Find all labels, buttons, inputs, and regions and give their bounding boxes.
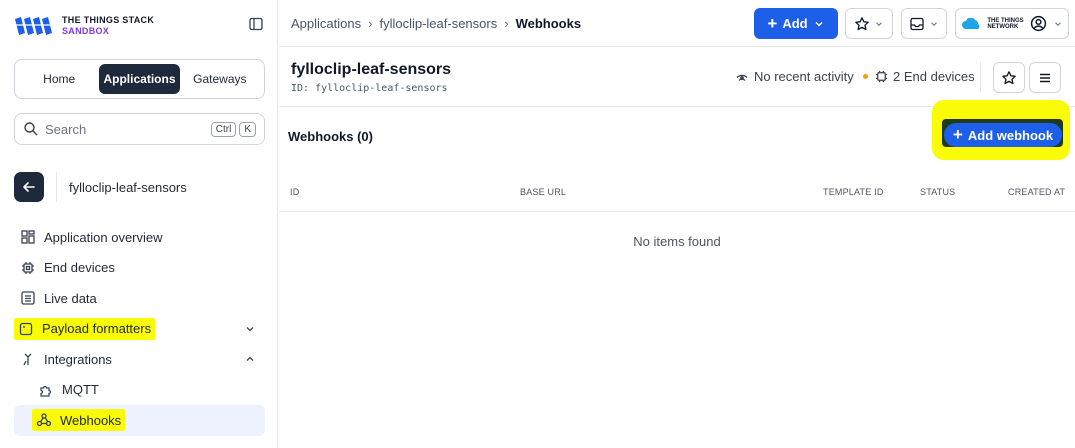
sidebar-item-application-overview[interactable]: Application overview bbox=[14, 222, 265, 253]
back-button[interactable] bbox=[14, 172, 44, 202]
shortcut-key-ctrl: Ctrl bbox=[210, 121, 237, 137]
chip-icon bbox=[875, 70, 888, 83]
search-icon bbox=[24, 122, 38, 136]
bookmarks-button[interactable] bbox=[845, 8, 893, 39]
sidebar: THE THINGS STACK SANDBOX Home Applicatio… bbox=[0, 0, 278, 448]
sidebar-item-webhooks[interactable]: Webhooks bbox=[14, 405, 265, 436]
brand-edition: SANDBOX bbox=[62, 26, 110, 36]
user-avatar-icon bbox=[1030, 15, 1046, 32]
chevron-down-icon bbox=[815, 21, 823, 27]
column-created-at[interactable]: CREATED AT bbox=[1008, 187, 1065, 197]
hamburger-icon bbox=[1040, 73, 1050, 82]
chevron-down-icon bbox=[931, 21, 937, 26]
chevron-up-icon[interactable] bbox=[243, 352, 257, 366]
add-button[interactable]: + Add bbox=[754, 8, 838, 39]
user-menu-button[interactable]: THE THINGS NETWORK bbox=[955, 8, 1069, 39]
chevron-right-icon: › bbox=[368, 15, 373, 31]
sidebar-nav: Application overview End devices Live da… bbox=[14, 222, 265, 436]
empty-state: No items found bbox=[633, 234, 721, 249]
device-count-text: 2 End devices bbox=[893, 69, 975, 84]
sidebar-item-label: MQTT bbox=[62, 382, 99, 398]
breadcrumb-application[interactable]: fylloclip-leaf-sensors bbox=[379, 16, 497, 31]
switch-applications[interactable]: Applications bbox=[99, 64, 180, 94]
inbox-icon bbox=[910, 17, 924, 30]
column-base-url[interactable]: BASE URL bbox=[520, 187, 566, 197]
device-count[interactable]: 2 End devices bbox=[875, 69, 975, 84]
signal-icon bbox=[736, 74, 748, 81]
application-id: ID: fylloclip-leaf-sensors bbox=[291, 83, 448, 94]
chip-icon bbox=[20, 260, 36, 276]
application-header: fylloclip-leaf-sensors ID: fylloclip-lea… bbox=[279, 47, 1075, 107]
page-title: fylloclip-leaf-sensors bbox=[291, 61, 452, 78]
sidebar-item-mqtt[interactable]: MQTT bbox=[14, 375, 265, 406]
sidebar-item-label: End devices bbox=[44, 260, 115, 276]
code-bracket-icon bbox=[18, 321, 34, 337]
breadcrumb: Applications › fylloclip-leaf-sensors › … bbox=[291, 16, 581, 31]
cloud-icon bbox=[962, 17, 980, 29]
chevron-down-icon bbox=[1054, 21, 1061, 26]
status-dot bbox=[862, 74, 868, 79]
plus-icon: + bbox=[952, 125, 963, 144]
arrow-left-icon bbox=[23, 182, 35, 192]
add-label: Add bbox=[782, 16, 808, 31]
webhook-icon bbox=[36, 412, 52, 428]
divider bbox=[980, 62, 981, 92]
tts-logo-icon bbox=[15, 17, 52, 35]
top-bar: Applications › fylloclip-leaf-sensors › … bbox=[279, 0, 1075, 47]
application-name: fylloclip-leaf-sensors bbox=[69, 179, 187, 195]
chevron-down-icon[interactable] bbox=[243, 322, 257, 336]
current-application: fylloclip-leaf-sensors bbox=[14, 172, 265, 202]
bookmark-button[interactable] bbox=[993, 62, 1025, 93]
notifications-button[interactable] bbox=[901, 8, 947, 39]
sidebar-item-integrations[interactable]: Integrations bbox=[14, 344, 265, 375]
activity-status: No recent activity bbox=[735, 69, 868, 84]
switch-gateways[interactable]: Gateways bbox=[180, 64, 260, 94]
brand-name: THE THINGS STACK bbox=[62, 15, 155, 25]
ttn-logo: THE THINGS NETWORK bbox=[961, 17, 1024, 30]
network-name-line2: NETWORK bbox=[987, 23, 1019, 30]
grid-icon bbox=[20, 229, 36, 245]
switch-home[interactable]: Home bbox=[19, 64, 99, 94]
column-status[interactable]: STATUS bbox=[920, 187, 955, 197]
network-name-line1: THE THINGS bbox=[987, 17, 1024, 24]
breadcrumb-applications[interactable]: Applications bbox=[291, 16, 361, 31]
divider bbox=[56, 172, 57, 202]
context-switcher: Home Applications Gateways bbox=[14, 59, 265, 99]
table-header: ID BASE URL TEMPLATE ID STATUS CREATED A… bbox=[279, 177, 1075, 212]
activity-text: No recent activity bbox=[754, 69, 854, 84]
sidebar-item-label: Integrations bbox=[44, 351, 112, 367]
main-content: Webhooks (0) + Add webhook ID BASE URL T… bbox=[279, 100, 1075, 448]
sidebar-item-label: Payload formatters bbox=[42, 321, 152, 337]
chevron-right-icon: › bbox=[504, 15, 509, 31]
puzzle-icon bbox=[38, 382, 54, 398]
sidebar-item-live-data[interactable]: Live data bbox=[14, 283, 265, 314]
sidebar-item-label: Application overview bbox=[44, 229, 163, 245]
shortcut-key-k: K bbox=[239, 121, 256, 137]
chevron-down-icon bbox=[876, 21, 882, 26]
add-webhook-label: Add webhook bbox=[967, 127, 1054, 143]
sidebar-item-label: Webhooks bbox=[60, 412, 122, 428]
sidebar-collapse-icon[interactable] bbox=[248, 16, 264, 32]
column-id[interactable]: ID bbox=[290, 187, 299, 197]
add-webhook-button[interactable]: + Add webhook bbox=[944, 123, 1062, 147]
search-input[interactable]: Search Ctrl K bbox=[14, 113, 265, 145]
sidebar-item-payload-formatters[interactable]: Payload formatters bbox=[14, 314, 265, 345]
column-template-id[interactable]: TEMPLATE ID bbox=[823, 187, 884, 197]
breadcrumb-current: Webhooks bbox=[515, 15, 582, 31]
search-placeholder: Search bbox=[45, 121, 87, 137]
list-icon bbox=[20, 290, 36, 306]
section-title: Webhooks (0) bbox=[288, 129, 373, 144]
sidebar-item-label: Live data bbox=[44, 290, 97, 306]
brand-logo[interactable]: THE THINGS STACK SANDBOX bbox=[14, 12, 264, 40]
integrations-icon bbox=[20, 351, 36, 367]
plus-icon: + bbox=[767, 13, 778, 33]
star-icon bbox=[855, 16, 869, 30]
star-icon bbox=[1002, 70, 1016, 84]
sidebar-item-end-devices[interactable]: End devices bbox=[14, 253, 265, 284]
menu-button[interactable] bbox=[1029, 62, 1061, 93]
